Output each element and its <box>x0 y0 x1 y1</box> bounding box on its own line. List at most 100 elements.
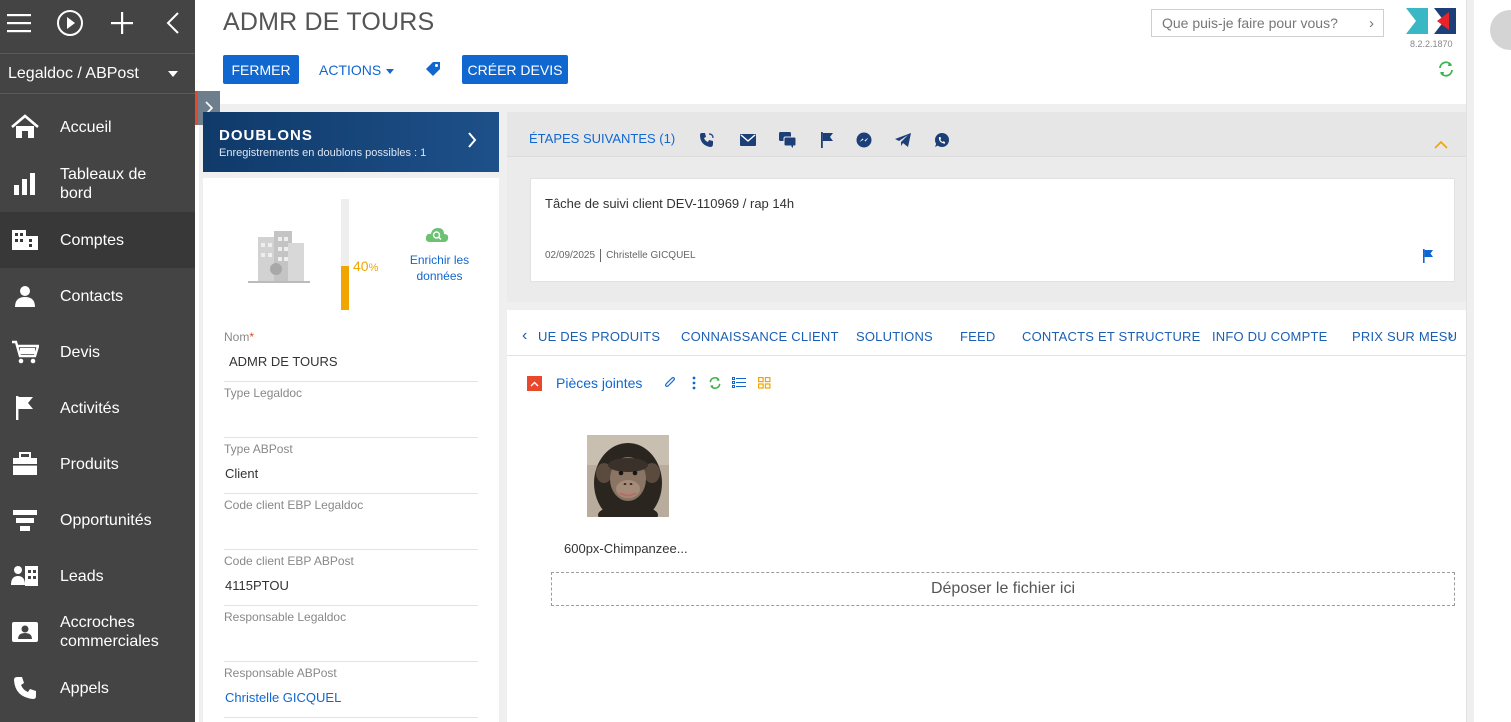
menu-icon[interactable] <box>4 8 34 38</box>
field-label: Responsable ABPost <box>224 666 337 680</box>
field-value-link[interactable]: Christelle GICQUEL <box>225 690 341 705</box>
task-title[interactable]: Tâche de suivi client DEV-110969 / rap 1… <box>545 196 794 211</box>
nav-item-devis[interactable]: Devis <box>0 324 195 380</box>
nav-item-comptes[interactable]: Comptes <box>0 212 195 268</box>
sidebar-toolbar <box>0 0 195 54</box>
tab-vue-des-produits[interactable]: UE DES PRODUITS <box>538 329 660 344</box>
close-button[interactable]: FERMER <box>223 55 299 84</box>
messenger-icon[interactable] <box>855 131 873 149</box>
call-icon[interactable] <box>698 131 716 149</box>
refresh-icon[interactable] <box>1437 60 1455 83</box>
meta-separator <box>600 249 602 262</box>
field-label-text: Nom <box>224 330 250 344</box>
nav-item-accueil[interactable]: Accueil <box>0 99 195 155</box>
percent-sign: % <box>368 262 379 274</box>
tab-solutions[interactable]: SOLUTIONS <box>856 329 933 344</box>
accounts-icon <box>10 225 40 255</box>
nav-item-label: Contacts <box>60 287 124 305</box>
workspace-label: Legaldoc / ABPost <box>8 64 139 82</box>
task-date: 02/09/2025 <box>545 250 596 262</box>
field-type-abpost[interactable]: Type ABPost Client <box>224 442 478 494</box>
cloud-search-icon[interactable] <box>425 227 449 248</box>
flag-icon[interactable] <box>1422 249 1434 268</box>
email-icon[interactable] <box>739 131 757 149</box>
field-code-ebp-legaldoc[interactable]: Code client EBP Legaldoc <box>224 498 478 550</box>
attachments-title[interactable]: Pièces jointes <box>556 375 642 391</box>
tab-prix-sur-mesure[interactable]: PRIX SUR MESU <box>1352 329 1457 344</box>
create-quote-button[interactable]: CRÉER DEVIS <box>462 55 568 84</box>
play-icon[interactable] <box>55 8 85 38</box>
tab-info-du-compte[interactable]: INFO DU COMPTE <box>1212 329 1327 344</box>
tab-scroll-left-icon[interactable]: ‹ <box>522 327 527 345</box>
duplicates-subtitle: Enregistrements en doublons possibles : … <box>219 147 427 159</box>
attachment-file-name[interactable]: 600px-Chimpanzee... <box>564 541 688 556</box>
nav-item-appels[interactable]: Appels <box>0 660 195 716</box>
attachments-collapse-button[interactable] <box>527 376 542 391</box>
whatsapp-icon[interactable] <box>933 131 951 149</box>
tab-feed[interactable]: FEED <box>960 329 995 344</box>
nav-item-label: Opportunités <box>60 511 152 529</box>
nav-item-contacts[interactable]: Contacts <box>0 268 195 324</box>
field-label: Type ABPost <box>224 442 293 456</box>
tab-connaissance-client[interactable]: CONNAISSANCE CLIENT <box>681 329 839 344</box>
tab-scroll-right-icon[interactable]: › <box>1448 327 1453 345</box>
dashboard-icon <box>10 169 40 199</box>
task-card[interactable]: Tâche de suivi client DEV-110969 / rap 1… <box>530 178 1455 282</box>
enrich-data-link[interactable]: Enrichir les données <box>402 252 477 284</box>
nav-item-label: Appels <box>60 679 109 697</box>
nav-item-label: Accueil <box>60 118 112 136</box>
field-responsable-abpost[interactable]: Responsable ABPost Christelle GICQUEL <box>224 666 478 718</box>
nav-item-tableaux-de-bord[interactable]: Tableaux de bord <box>0 156 195 212</box>
list-view-icon[interactable] <box>732 376 746 390</box>
chevron-down-icon <box>168 71 178 77</box>
completeness-fill <box>341 265 349 310</box>
attachment-thumbnail[interactable] <box>587 435 669 517</box>
completeness-value: 40 <box>353 258 369 274</box>
avatar[interactable] <box>1490 10 1511 50</box>
chimpanzee-image <box>587 435 669 517</box>
nav-item-label: Tableaux de bord <box>60 166 147 202</box>
nav-item-label: Devis <box>60 343 101 361</box>
contact-icon <box>10 281 40 311</box>
field-code-ebp-abpost[interactable]: Code client EBP ABPost 4115PTOU <box>224 554 478 606</box>
phone-icon <box>10 673 40 703</box>
field-nom[interactable]: Nom* ADMR DE TOURS <box>224 330 478 382</box>
nav-item-label: Produits <box>60 455 119 473</box>
field-responsable-legaldoc[interactable]: Responsable Legaldoc <box>224 610 478 662</box>
duplicates-banner[interactable]: DOUBLONS Enregistrements en doublons pos… <box>203 112 499 172</box>
nav-item-label: Leads <box>60 567 104 585</box>
nav-item-leads[interactable]: Leads <box>0 548 195 604</box>
company-placeholder-icon <box>248 229 310 290</box>
chevron-up-icon <box>530 381 539 386</box>
field-type-legaldoc[interactable]: Type Legaldoc <box>224 386 478 438</box>
version-label: 8.2.2.1870 <box>1410 39 1453 49</box>
nav-item-opportunites[interactable]: Opportunités <box>0 492 195 548</box>
more-options-icon[interactable] <box>687 376 701 390</box>
refresh-icon[interactable] <box>708 376 722 390</box>
file-dropzone[interactable]: Déposer le fichier ici <box>551 572 1455 606</box>
flag-icon[interactable] <box>818 131 836 149</box>
search-placeholder: Que puis-je faire pour vous? <box>1162 15 1338 31</box>
chevron-up-icon[interactable] <box>1433 137 1449 155</box>
nav-item-produits[interactable]: Produits <box>0 436 195 492</box>
required-mark: * <box>249 330 255 344</box>
tag-icon[interactable] <box>425 61 441 82</box>
page-title: ADMR DE TOURS <box>223 8 435 36</box>
search-input[interactable]: Que puis-je faire pour vous? › <box>1151 9 1384 37</box>
tab-contacts-et-structure[interactable]: CONTACTS ET STRUCTURE <box>1022 329 1201 344</box>
collapse-sidebar-icon[interactable] <box>158 8 188 38</box>
field-value: 4115PTOU <box>225 578 289 593</box>
field-value: Client <box>225 466 259 481</box>
telegram-icon[interactable] <box>894 131 912 149</box>
leads-icon <box>10 561 40 591</box>
nav-item-accroches-commerciales[interactable]: Accroches commerciales <box>0 604 195 660</box>
actions-dropdown[interactable]: ACTIONS <box>319 62 395 78</box>
next-steps-title[interactable]: ÉTAPES SUIVANTES (1) <box>529 131 675 146</box>
products-icon <box>10 449 40 479</box>
workspace-selector[interactable]: Legaldoc / ABPost <box>0 54 195 94</box>
chat-icon[interactable] <box>779 131 797 149</box>
nav-item-activites[interactable]: Activités <box>0 380 195 436</box>
tile-view-icon[interactable] <box>757 376 771 390</box>
paperclip-icon[interactable] <box>663 376 677 390</box>
add-icon[interactable] <box>107 8 137 38</box>
